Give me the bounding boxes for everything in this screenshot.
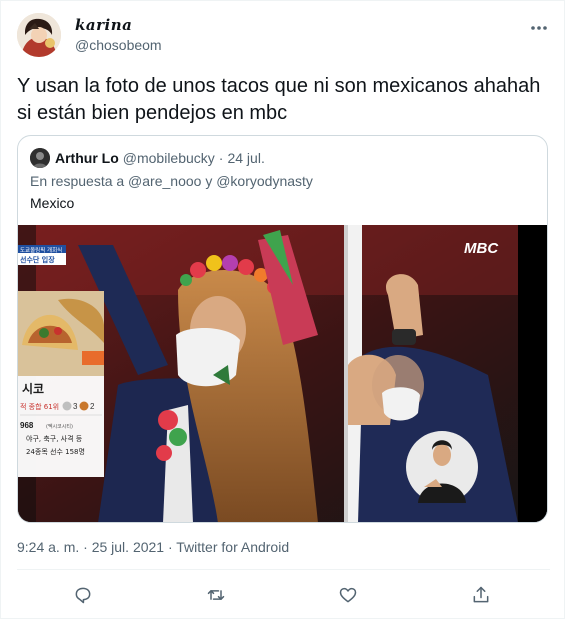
tweet-text: Y usan la foto de unos tacos que ni son … — [17, 75, 541, 124]
tweet-card: karina @chosobeom Y usan la foto de unos… — [0, 0, 565, 619]
athletes-line: 24종목 선수 158명 — [26, 447, 85, 456]
quoted-avatar — [30, 148, 50, 168]
reply-context: En respuesta a @are_nooo y @koryodynasty — [30, 173, 313, 189]
more-options-button[interactable] — [528, 17, 550, 39]
like-button[interactable] — [335, 582, 361, 608]
sports-line: 야구, 축구, 사격 등 — [26, 434, 83, 443]
user-handle[interactable]: @chosobeom — [75, 37, 162, 53]
segment-label: 선수단 입장 — [20, 255, 55, 264]
retweet-button[interactable] — [203, 582, 229, 608]
year-note: (멕시코시티) — [46, 423, 73, 430]
quoted-date: 24 jul. — [227, 150, 265, 166]
medal-bronze-count: 2 — [90, 402, 95, 411]
year-label: 968 — [20, 421, 34, 430]
more-horizontal-icon — [531, 26, 547, 30]
quoted-media-image[interactable]: MBC 도쿄올림픽 개회식 선수단 입장 시코 적 종합 61위 3 2 968… — [18, 225, 547, 522]
avatar[interactable] — [17, 13, 61, 57]
retweet-icon — [207, 590, 225, 600]
tweet-timestamp[interactable]: 9:24 a. m. · 25 jul. 2021 · Twitter for … — [17, 539, 289, 555]
share-button[interactable] — [468, 582, 494, 608]
medal-silver-count: 3 — [73, 402, 78, 411]
share-icon — [473, 586, 489, 603]
reply-button[interactable] — [70, 582, 96, 608]
mbc-logo: MBC — [464, 240, 499, 257]
tweet-header: karina @chosobeom — [17, 13, 550, 61]
separator-dot: · — [218, 150, 224, 166]
country-label: 시코 — [22, 382, 44, 396]
quoted-text: Mexico — [30, 195, 75, 211]
reply-icon — [75, 587, 91, 604]
rank-line: 적 종합 61위 — [20, 402, 59, 411]
quoted-tweet-header: Arthur Lo @mobilebucky · 24 jul. — [30, 148, 265, 168]
tweet-actions — [1, 572, 565, 616]
quoted-handle: @mobilebucky — [122, 150, 215, 166]
display-name[interactable]: karina — [75, 16, 132, 34]
quoted-display-name: Arthur Lo — [55, 150, 119, 166]
quoted-tweet[interactable]: Arthur Lo @mobilebucky · 24 jul. En resp… — [17, 135, 548, 523]
broadcast-tag: 도쿄올림픽 개회식 — [20, 246, 62, 254]
divider — [17, 569, 550, 570]
like-icon — [339, 587, 357, 603]
